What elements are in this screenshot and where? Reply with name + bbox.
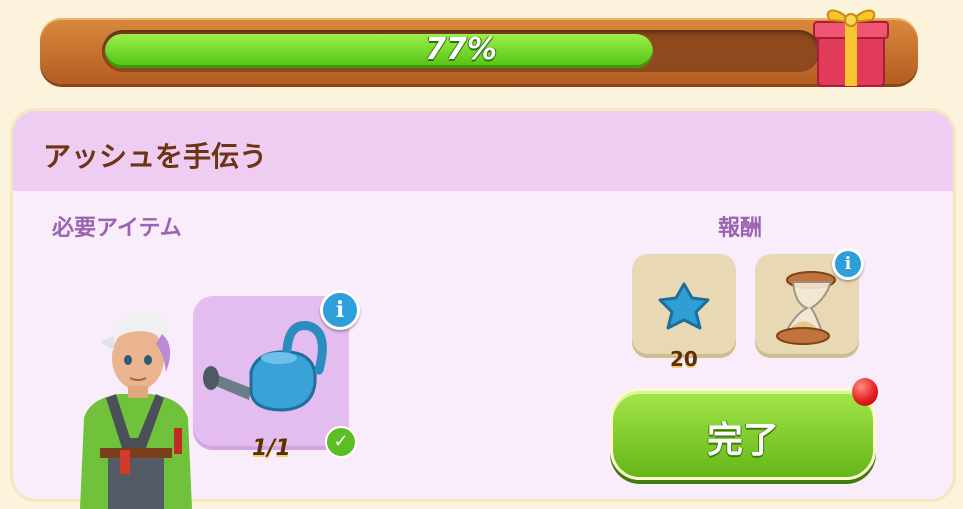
complete-button[interactable]: 完了 xyxy=(610,388,876,480)
required-items-label: 必要アイテム xyxy=(52,216,182,241)
gift-box-icon[interactable] xyxy=(808,0,894,90)
progress-percent: 77% xyxy=(425,32,497,67)
reward-info-icon[interactable]: i xyxy=(832,248,864,280)
checkmark-icon: ✓ xyxy=(325,426,357,458)
item-count: 1/1 xyxy=(252,436,291,461)
item-info-icon[interactable]: i xyxy=(320,290,360,330)
reward-label: 報酬 xyxy=(718,216,763,241)
character-ash-avatar xyxy=(80,310,192,509)
progress-track: 77% xyxy=(102,30,820,72)
notification-dot xyxy=(852,378,878,406)
quest-title: アッシュを手伝う xyxy=(43,140,268,173)
panel-header: アッシュを手伝う xyxy=(13,111,953,191)
blue-star-icon xyxy=(658,282,710,330)
reward-card-star[interactable] xyxy=(632,254,736,358)
progress-bar-frame: 77% xyxy=(40,18,918,84)
complete-button-label: 完了 xyxy=(706,420,779,461)
reward-amount: 20 xyxy=(670,347,698,371)
